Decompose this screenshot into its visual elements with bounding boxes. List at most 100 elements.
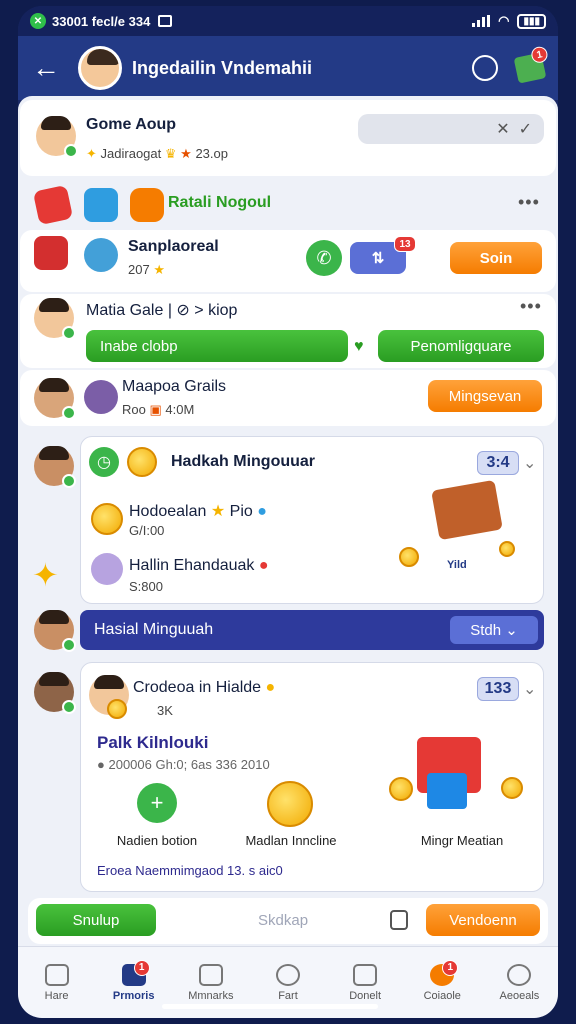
clock-icon: ●	[97, 757, 105, 772]
group-line2: 23.op	[195, 146, 228, 161]
check-icon[interactable]: ✓	[519, 119, 532, 139]
entry-extra: Pio	[229, 503, 253, 520]
action-add-button[interactable]: +	[137, 783, 177, 823]
nav-label: Fart	[278, 989, 298, 1002]
group-name: Gome Aoup	[86, 116, 177, 133]
group-avatar	[36, 116, 78, 158]
medal-icon: ✦	[86, 146, 97, 161]
card-title-text: Crodeoa in Hialde	[133, 679, 262, 696]
people-icon	[198, 963, 223, 986]
wifi-icon: ◠	[498, 13, 510, 28]
chevron-down-icon[interactable]: ⌄	[523, 453, 536, 473]
list-item[interactable]: Maapoa Grails Roo ▣ 4:0M Mingsevan	[20, 370, 556, 426]
action-label: Madlan Inncline	[245, 833, 337, 848]
search-input[interactable]: ✕ ✓	[358, 114, 544, 144]
phone-screen: ✕ 33001 fecl/e 334 ◠ ▮▮▮ ← Ingedailin Vn…	[18, 6, 558, 1018]
chat-button[interactable]: Inabe clobp	[86, 330, 348, 362]
back-arrow-icon[interactable]: ←	[32, 52, 62, 84]
count-pill[interactable]: 133	[477, 677, 519, 701]
join-button[interactable]: Soin	[450, 242, 542, 274]
more-icon[interactable]: •••	[518, 192, 540, 213]
nav-item-fart[interactable]: Fart	[258, 963, 318, 1002]
action-label: Mingr Meatian	[420, 833, 504, 848]
nav-item-donelt[interactable]: Donelt	[335, 963, 395, 1002]
list-item[interactable]: Sanplaoreal 207 ★ ✆ ⇅ 13 Soin	[20, 230, 556, 292]
refresh-icon[interactable]	[472, 55, 498, 81]
reward-card: ◷ Hadkah Mingouuar 3:4 ⌄ Hodoealan ★ Pio…	[80, 436, 544, 604]
signup-button[interactable]: Snulup	[36, 904, 156, 936]
avatar[interactable]	[78, 46, 122, 90]
share-button[interactable]: ⇅ 13	[350, 236, 416, 274]
item-sub: Roo ▣ 4:0M	[122, 402, 194, 418]
coin-icon[interactable]	[267, 781, 313, 827]
heart-icon: ♥	[354, 338, 364, 355]
page-title: Ingedailin Vndemahii	[132, 57, 313, 78]
close-icon[interactable]: ✕	[496, 119, 509, 139]
star-icon: ★	[210, 503, 226, 520]
user-avatar	[34, 298, 76, 340]
home-icon	[44, 963, 69, 986]
coin-icon	[499, 541, 515, 557]
nav-label: Donelt	[349, 989, 382, 1002]
main-content: Gome Aoup ✦ Jadiraogat ♛ ★ 23.op ✕ ✓ Rat…	[18, 96, 558, 946]
banner[interactable]: Hasial Minguuah Stdh ⌄	[80, 610, 544, 650]
entry-name-text: Hodoealan	[129, 503, 207, 520]
nav-label: Hare	[44, 989, 69, 1002]
chat-button-label: Inabe clobp	[100, 337, 178, 355]
card-footer: Eroea Naemmimgaod 13. s aic0	[97, 863, 283, 878]
notification-icon	[158, 15, 173, 27]
app-header: ← Ingedailin Vndemahii 1	[18, 36, 558, 100]
vendor-button[interactable]: Vendoenn	[426, 904, 540, 936]
user-avatar	[34, 672, 76, 714]
entry-name: Hodoealan ★ Pio ●	[129, 501, 267, 521]
user-avatar	[34, 610, 76, 652]
nav-item-promos[interactable]: 1 Prmoris	[104, 959, 164, 1002]
nav-label: Mmnarks	[188, 989, 234, 1002]
monster-icon	[84, 380, 118, 414]
banner-title: Hasial Minguuah	[94, 621, 214, 638]
mission-button[interactable]: Mingsevan	[428, 380, 542, 412]
nav-item-marks[interactable]: Mmnarks	[181, 963, 241, 1002]
action-bar: Snulup Skdkap Vendoenn	[28, 898, 548, 944]
lock-icon[interactable]	[390, 910, 408, 930]
item-sub-value: 207	[128, 262, 150, 277]
prize-label: Yild	[447, 559, 467, 571]
list-item[interactable]: Matia Gale | ⊘ > kiop ••• Inabe clobp ♥ …	[20, 294, 556, 368]
star-icon: ★	[180, 146, 192, 161]
item-tag: > kiop	[194, 302, 238, 319]
app-status-icon: ✕	[30, 13, 46, 29]
gift-badge: 1	[529, 45, 549, 65]
nav-item-accounts[interactable]: Aeoeals	[489, 963, 549, 1002]
call-button[interactable]: ✆	[306, 240, 342, 276]
bag-icon	[130, 188, 164, 222]
link-icon: ⊘	[176, 302, 190, 319]
status-bar: ✕ 33001 fecl/e 334 ◠ ▮▮▮	[18, 6, 558, 36]
chevron-down-icon[interactable]: ⌄	[523, 679, 536, 699]
group-meta: ✦ Jadiraogat ♛ ★ 23.op	[86, 146, 228, 162]
nav-item-home[interactable]: Hare	[27, 963, 87, 1002]
item-name: Maapoa Grails	[122, 378, 227, 395]
nav-item-coiaole[interactable]: 1 Coiaole	[412, 959, 472, 1002]
battery-icon: ▮▮▮	[517, 13, 546, 29]
clock-icon: ◷	[89, 447, 119, 477]
coin-icon	[389, 777, 413, 801]
badge-icon: ●	[265, 679, 276, 696]
count-pill[interactable]: 3:4	[477, 451, 519, 475]
share-badge: 13	[394, 236, 416, 252]
item-name-text: Matia Gale	[86, 302, 164, 319]
home-indicator[interactable]	[162, 1004, 378, 1009]
status-time: 33001 fecl/e 334	[52, 13, 151, 29]
center-label[interactable]: Skdkap	[258, 912, 308, 929]
card-title: Hadkah Mingouuar	[171, 453, 316, 470]
user-avatar	[34, 446, 76, 488]
more-icon[interactable]: •••	[520, 296, 542, 317]
banner-button-label: Stdh	[470, 621, 502, 639]
group-line1: Jadiraogat	[100, 146, 162, 161]
primary-button[interactable]: Penomligquare	[378, 330, 544, 362]
banner-button[interactable]: Stdh ⌄	[450, 616, 538, 644]
signal-icon	[472, 15, 491, 27]
coin-icon	[91, 503, 123, 535]
coin-nav-icon: 1	[430, 959, 459, 986]
gift-blue-icon	[427, 773, 467, 809]
gift-icon[interactable]: 1	[513, 45, 549, 84]
